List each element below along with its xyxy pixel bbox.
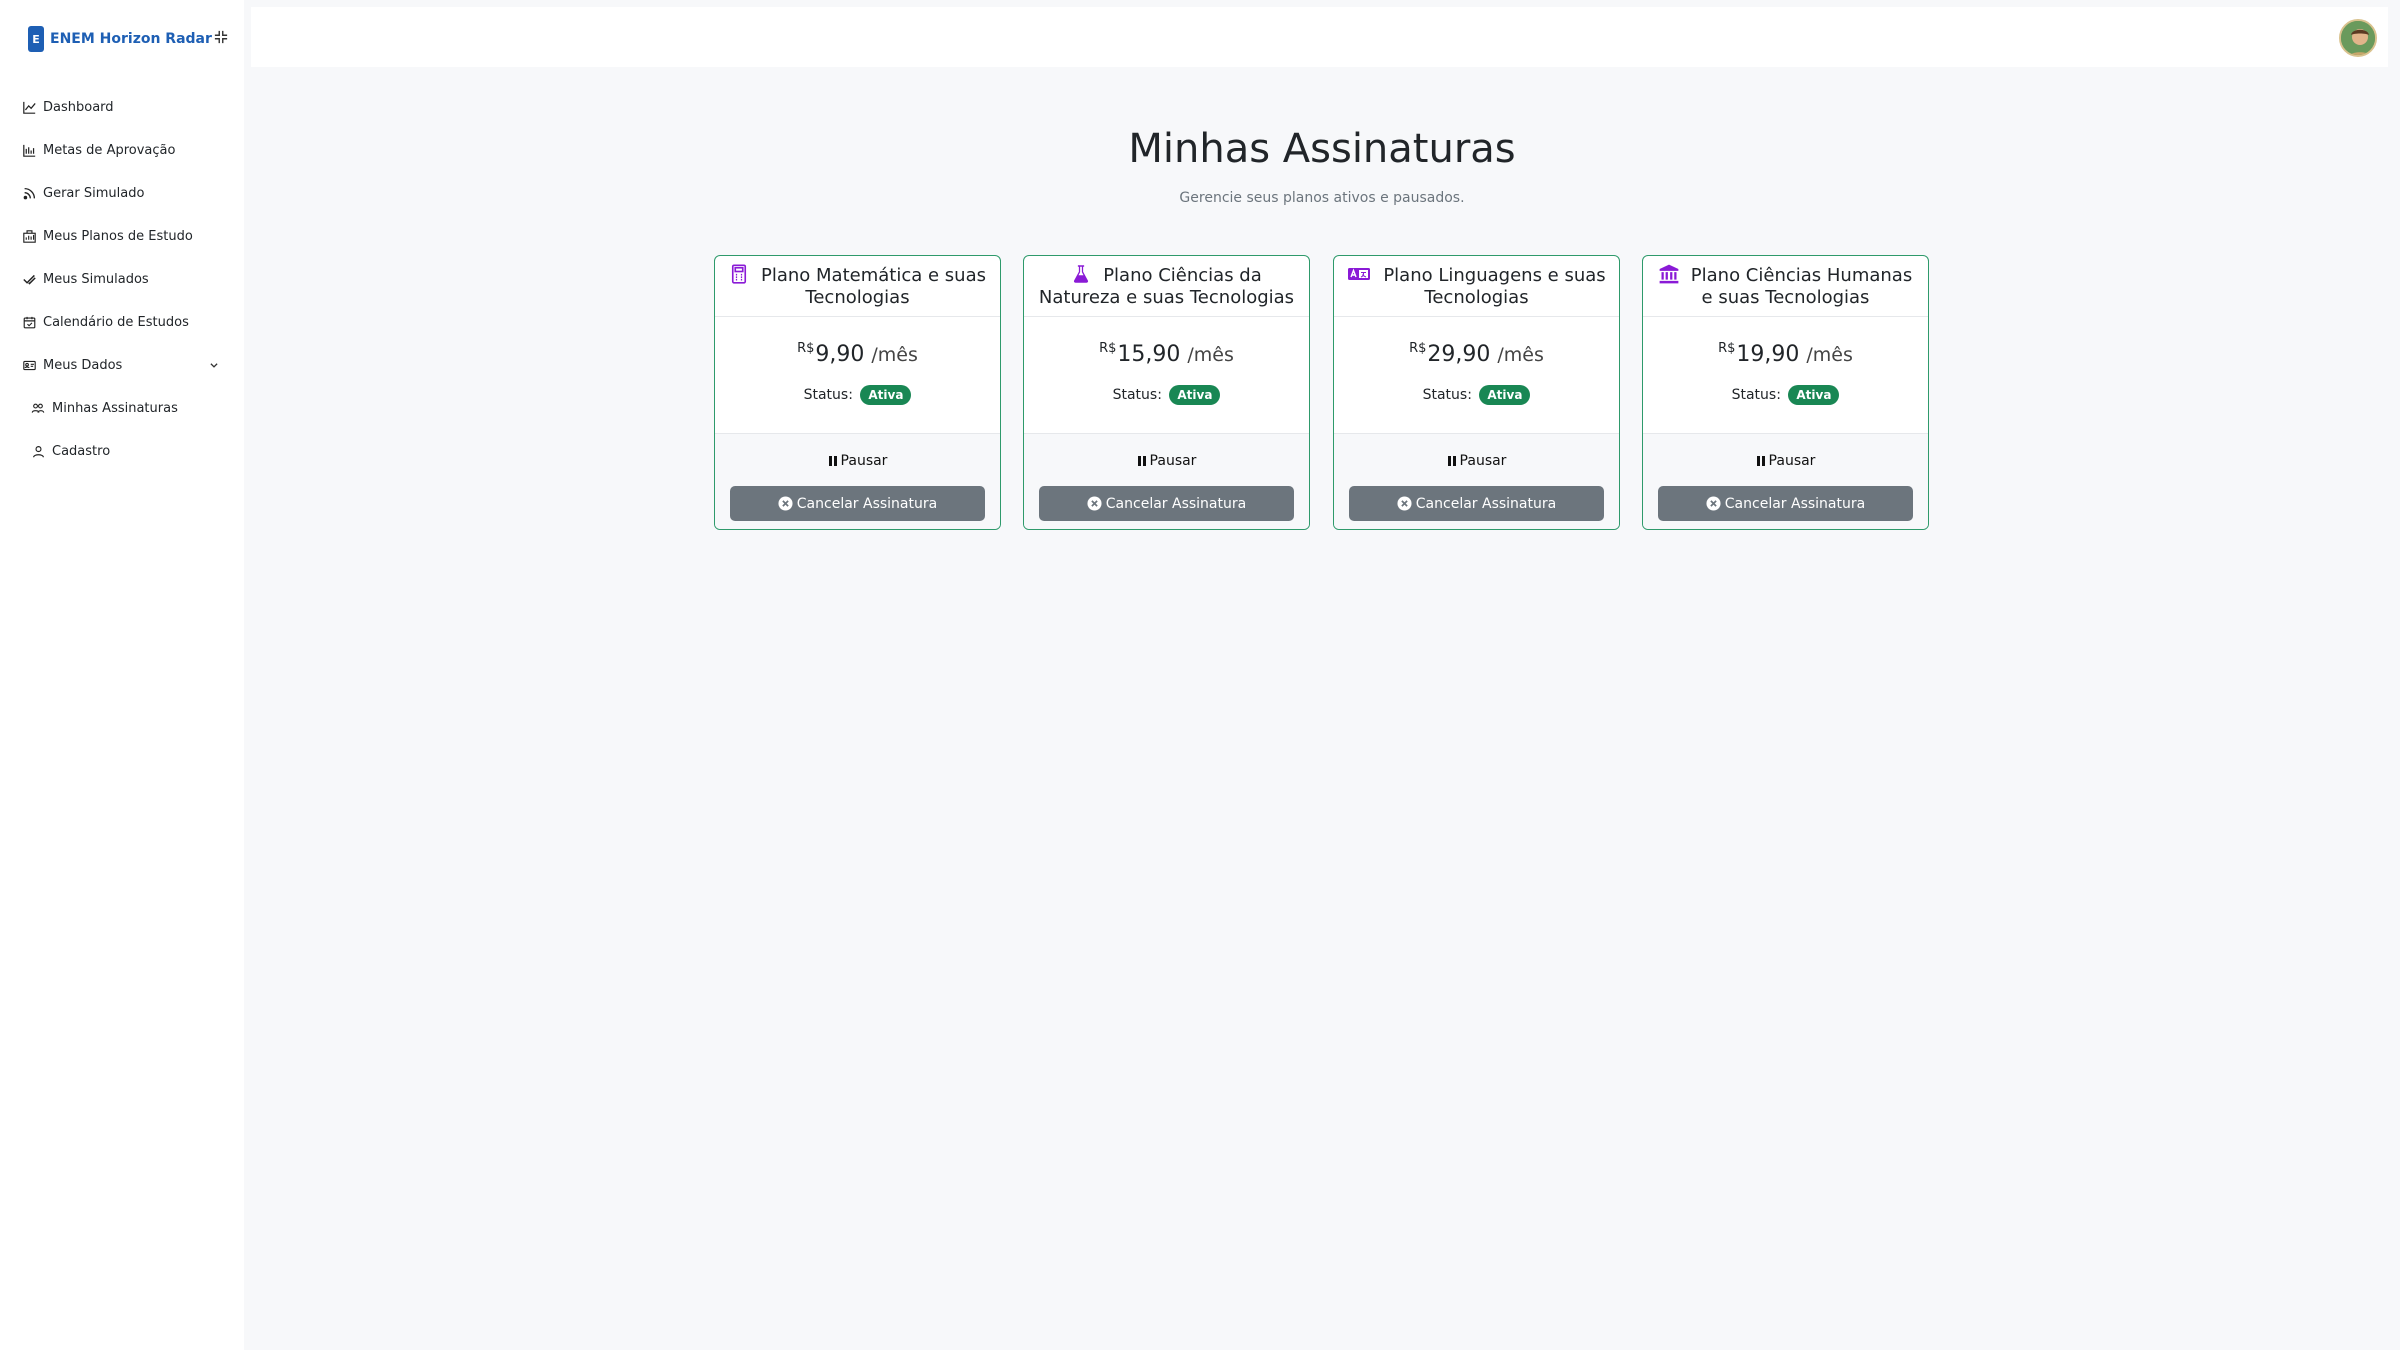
pause-icon [1137,455,1148,467]
sidebar-item-cadastro[interactable]: Cadastro [0,430,244,473]
card-header: Plano Linguagens e suas Tecnologias [1334,256,1619,317]
brand-logo: E [28,26,44,52]
cancel-subscription-button[interactable]: Cancelar Assinatura [1349,486,1604,521]
brand-name: ENEM Horizon Radar [50,31,212,47]
sidebar-item-planos-estudo[interactable]: Meus Planos de Estudo [0,215,244,258]
sidebar-item-meus-dados[interactable]: Meus Dados [0,344,244,387]
plan-card-ciencias-humanas: Plano Ciências Humanas e suas Tecnologia… [1642,255,1929,530]
price-period: /mês [1187,344,1234,366]
plan-price: R$15,90 /mês [1099,341,1234,367]
card-title: Plano Ciências Humanas e suas Tecnologia… [1655,264,1916,309]
user-avatar[interactable] [2339,19,2377,57]
sidebar-item-dashboard[interactable]: Dashboard [0,86,244,129]
plan-status: Status: Ativa [715,385,1000,405]
pause-icon [1756,455,1767,467]
page-subtitle: Gerencie seus planos ativos e pausados. [1179,190,1465,206]
check-all-icon [22,273,36,287]
plan-price: R$9,90 /mês [797,341,918,367]
x-circle-icon [1087,496,1102,511]
card-title: Plano Linguagens e suas Tecnologias [1346,264,1607,309]
card-footer: Pausar Cancelar Assinatura [1643,433,1928,529]
status-badge: Ativa [1479,385,1531,405]
sidebar-item-calendario[interactable]: Calendário de Estudos [0,301,244,344]
sidebar-item-meus-simulados[interactable]: Meus Simulados [0,258,244,301]
cancel-subscription-button[interactable]: Cancelar Assinatura [1039,486,1294,521]
sidebar-item-minhas-assinaturas[interactable]: Minhas Assinaturas [0,387,244,430]
card-header: Plano Ciências Humanas e suas Tecnologia… [1643,256,1928,317]
plan-status: Status: Ativa [1643,385,1928,405]
collapse-sidebar-icon[interactable] [212,28,230,46]
plan-status: Status: Ativa [1334,385,1619,405]
plan-card-linguagens: Plano Linguagens e suas Tecnologias R$29… [1333,255,1620,530]
x-circle-icon [778,496,793,511]
status-badge: Ativa [860,385,912,405]
pause-icon [1447,455,1458,467]
status-badge: Ativa [1788,385,1840,405]
sidebar-item-label: Metas de Aprovação [43,143,176,158]
translate-icon [1347,264,1371,284]
pause-icon [828,455,839,467]
x-circle-icon [1397,496,1412,511]
price-period: /mês [871,344,918,366]
sidebar-item-label: Cadastro [52,444,111,459]
sidebar-item-label: Meus Simulados [43,272,149,287]
sidebar-item-label: Meus Planos de Estudo [43,229,193,244]
chart-line-icon [22,101,36,115]
sidebar: E ENEM Horizon Radar Dashboard Metas de … [0,0,244,1350]
card-title: Plano Ciências da Natureza e suas Tecnol… [1038,264,1295,308]
plan-status: Status: Ativa [1024,385,1309,405]
sidebar-item-label: Gerar Simulado [43,186,145,201]
clipboard-data-icon [22,230,36,244]
brand[interactable]: E ENEM Horizon Radar [28,26,212,52]
pause-button[interactable]: Pausar [1334,450,1619,472]
x-circle-icon [1706,496,1721,511]
card-footer: Pausar Cancelar Assinatura [715,433,1000,529]
card-footer: Pausar Cancelar Assinatura [1024,433,1309,529]
price-value: 29,90 [1427,342,1491,367]
sidebar-item-label: Calendário de Estudos [43,315,189,330]
person-icon [31,445,45,459]
price-period: /mês [1806,344,1853,366]
bank-icon [1659,264,1679,284]
sidebar-nav: Dashboard Metas de Aprovação Gerar Simul… [0,86,244,473]
card-footer: Pausar Cancelar Assinatura [1334,433,1619,529]
status-badge: Ativa [1169,385,1221,405]
people-icon [31,402,45,416]
page-title: Minhas Assinaturas [1128,126,1516,172]
topbar [251,7,2388,67]
rss-icon [22,187,36,201]
pause-button[interactable]: Pausar [1643,450,1928,472]
plan-card-matematica: Plano Matemática e suas Tecnologias R$9,… [714,255,1001,530]
card-header: Plano Ciências da Natureza e suas Tecnol… [1024,256,1309,317]
price-period: /mês [1497,344,1544,366]
sidebar-item-label: Dashboard [43,100,114,115]
calculator-icon [729,263,749,284]
sidebar-item-label: Minhas Assinaturas [52,401,178,416]
card-title: Plano Matemática e suas Tecnologias [727,263,988,309]
flask-icon [1071,264,1091,284]
plan-card-ciencias-natureza: Plano Ciências da Natureza e suas Tecnol… [1023,255,1310,530]
price-value: 15,90 [1117,342,1181,367]
person-vcard-icon [22,359,36,373]
chevron-down-icon[interactable] [209,359,221,371]
cancel-subscription-button[interactable]: Cancelar Assinatura [1658,486,1913,521]
plan-price: R$19,90 /mês [1718,341,1853,367]
calendar-check-icon [22,316,36,330]
card-header: Plano Matemática e suas Tecnologias [715,256,1000,317]
cancel-subscription-button[interactable]: Cancelar Assinatura [730,486,985,521]
sidebar-item-metas[interactable]: Metas de Aprovação [0,129,244,172]
pause-button[interactable]: Pausar [715,450,1000,472]
bar-chart-icon [22,144,36,158]
plan-price: R$29,90 /mês [1409,341,1544,367]
price-value: 19,90 [1736,342,1800,367]
pause-button[interactable]: Pausar [1024,450,1309,472]
sidebar-item-gerar-simulado[interactable]: Gerar Simulado [0,172,244,215]
sidebar-item-label: Meus Dados [43,358,123,373]
price-value: 9,90 [815,342,865,367]
